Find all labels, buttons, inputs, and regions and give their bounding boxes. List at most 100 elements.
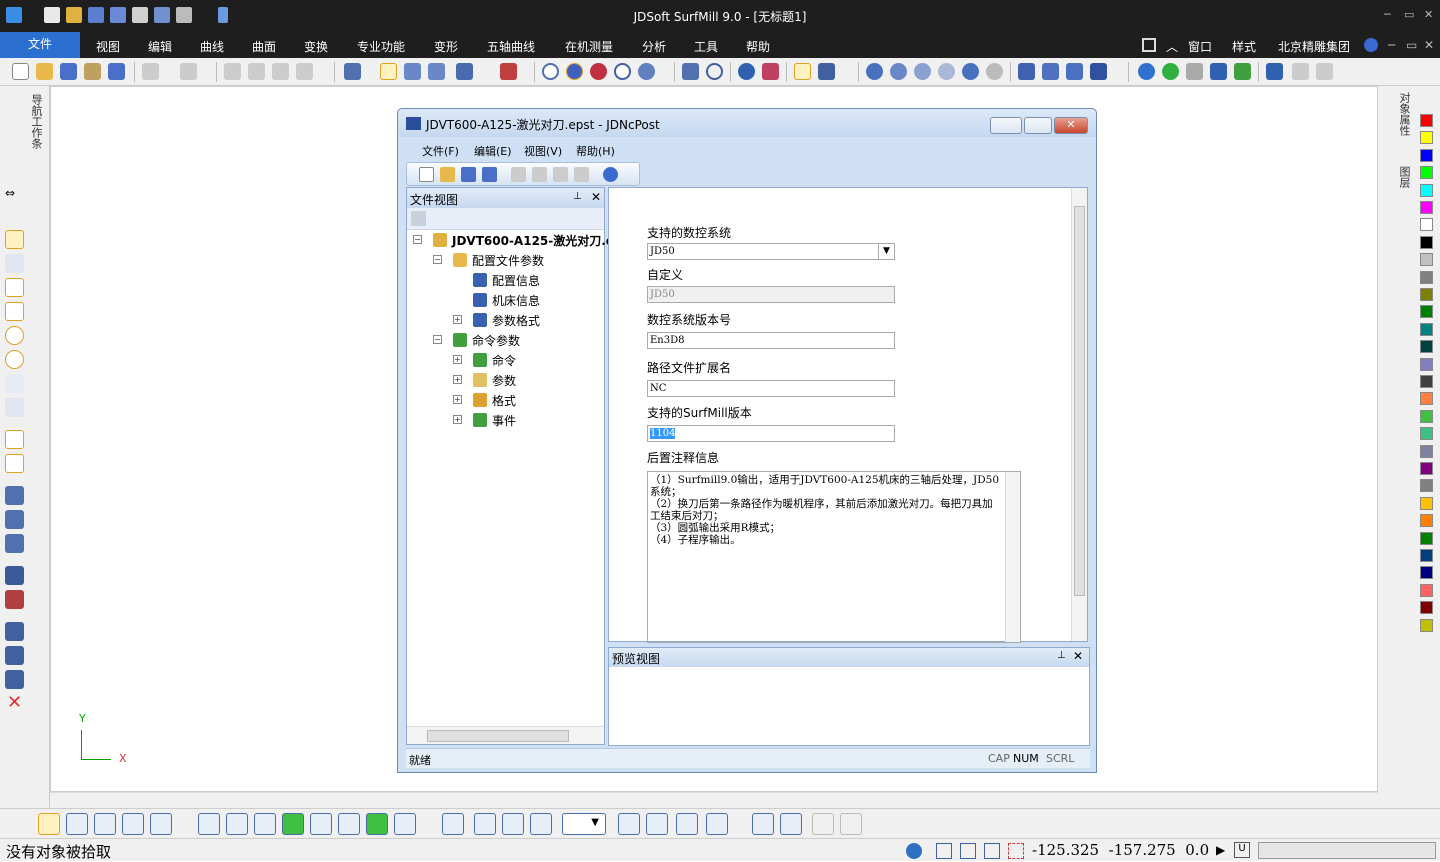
dimension-icon[interactable]: [5, 454, 24, 473]
snap-green-icon[interactable]: [282, 813, 304, 835]
tree-item[interactable]: 配置文件参数: [453, 252, 544, 269]
dialog-close-button[interactable]: ✕: [1054, 117, 1088, 134]
view-top-icon[interactable]: [442, 813, 464, 835]
color-swatch[interactable]: [1420, 357, 1433, 371]
frame-icon[interactable]: [5, 430, 24, 449]
ortho-status-icon[interactable]: [984, 843, 1000, 859]
dialog-copy-icon[interactable]: [532, 167, 547, 182]
dialog-maximize-button[interactable]: [1024, 117, 1052, 134]
view-dropdown[interactable]: ▼: [562, 813, 606, 835]
grid-status-icon[interactable]: [960, 843, 976, 859]
color-swatch[interactable]: [1420, 566, 1433, 580]
chevron-down-icon[interactable]: ▼: [878, 244, 894, 259]
color-swatch[interactable]: [1420, 114, 1433, 127]
dynamic-zoom-icon[interactable]: [1042, 63, 1059, 80]
pick-rect-icon[interactable]: [66, 813, 88, 835]
menu-professional[interactable]: 专业功能: [357, 38, 405, 55]
properties-scroll-thumb[interactable]: [1074, 206, 1085, 596]
plane-red-icon[interactable]: [676, 813, 698, 835]
view-side-icon[interactable]: [502, 813, 524, 835]
dialog-new-icon[interactable]: [419, 167, 434, 182]
rotate-icon[interactable]: [1090, 63, 1107, 80]
expand-icon[interactable]: ⇔: [5, 186, 24, 200]
tree-expander-icon[interactable]: +: [453, 375, 462, 384]
file-view-close-icon[interactable]: ✕: [591, 190, 601, 204]
snap-status-icon[interactable]: [1008, 843, 1024, 859]
link-icon[interactable]: [5, 646, 24, 665]
version-field[interactable]: En3D8: [647, 332, 895, 349]
color-swatch[interactable]: [1420, 583, 1433, 597]
disabled-tool-icon[interactable]: [840, 813, 862, 835]
arc-tool-icon[interactable]: [5, 350, 24, 369]
menu-window[interactable]: 窗口: [1188, 38, 1212, 55]
sphere-outline-icon[interactable]: [542, 63, 559, 80]
fullscreen-icon[interactable]: [1142, 38, 1156, 52]
pick-curve-icon[interactable]: [122, 813, 144, 835]
undo-bottom-icon[interactable]: [812, 813, 834, 835]
layer-list-icon[interactable]: [818, 63, 835, 80]
hscroll-thumb[interactable]: [427, 730, 569, 742]
circle-tool-icon[interactable]: [5, 326, 24, 345]
dialog-open-icon[interactable]: [440, 167, 455, 182]
sphere-color-icon[interactable]: [590, 63, 607, 80]
navigation-bar-label[interactable]: 导航工作条: [28, 94, 44, 149]
restore-icon[interactable]: ▭: [1404, 8, 1414, 21]
zoom-fit-icon[interactable]: [986, 63, 1003, 80]
tree-expander-icon[interactable]: +: [453, 355, 462, 364]
print-file-icon[interactable]: [84, 63, 101, 80]
save-all-files-icon[interactable]: [108, 63, 125, 80]
material-icon[interactable]: [762, 63, 779, 80]
color-swatch[interactable]: [1420, 618, 1433, 632]
filter-icon[interactable]: [1234, 63, 1251, 80]
canvas-hscroll[interactable]: [50, 792, 1378, 808]
color-swatch[interactable]: [1420, 201, 1433, 214]
unit-button[interactable]: U: [1234, 842, 1250, 858]
tree-expander-icon[interactable]: +: [453, 415, 462, 424]
play-icon[interactable]: ▶: [1216, 843, 1230, 859]
color-swatch[interactable]: [1420, 340, 1433, 354]
file-view-tool-icon[interactable]: [411, 211, 426, 226]
color-swatch[interactable]: [1420, 531, 1433, 545]
tree-item[interactable]: 参数: [473, 372, 516, 389]
tree-expander-icon[interactable]: −: [433, 335, 442, 344]
collapse-icon[interactable]: ︿: [1166, 38, 1178, 55]
zoom-prev-icon[interactable]: [938, 63, 955, 80]
minimize-icon[interactable]: ─: [1384, 8, 1391, 21]
preview-close-icon[interactable]: ✕: [1073, 649, 1083, 663]
new-file-icon[interactable]: [12, 63, 29, 80]
doc-restore-icon[interactable]: ▭: [1406, 38, 1417, 52]
menu-curve[interactable]: 曲线: [200, 38, 224, 55]
menu-five-axis-curve[interactable]: 五轴曲线: [487, 38, 535, 55]
back-arrow-icon[interactable]: [1292, 63, 1309, 80]
snap-center-icon[interactable]: [338, 813, 360, 835]
doc-close-icon[interactable]: ✕: [1424, 38, 1434, 52]
color-swatch[interactable]: [1420, 375, 1433, 388]
color-swatch[interactable]: [1420, 270, 1433, 284]
sphere-line-icon[interactable]: [614, 63, 631, 80]
circle-icon[interactable]: [706, 63, 723, 80]
tree-item[interactable]: 命令: [473, 352, 516, 369]
dialog-menu-help[interactable]: 帮助(H): [576, 143, 615, 159]
coordinate-icon[interactable]: [500, 63, 517, 80]
dialog-save-all-icon[interactable]: [482, 167, 497, 182]
color-swatch[interactable]: [1420, 427, 1433, 441]
surface-2-icon[interactable]: [5, 510, 24, 529]
dialog-minimize-button[interactable]: [990, 117, 1022, 134]
tree-expander-icon[interactable]: +: [453, 395, 462, 404]
paste-icon[interactable]: [296, 63, 313, 80]
sphere-shaded-icon[interactable]: [566, 63, 583, 80]
menu-file[interactable]: 文件: [0, 32, 80, 58]
plane-mode-icon[interactable]: [706, 813, 728, 835]
menu-view[interactable]: 视图: [96, 38, 120, 55]
menu-analysis[interactable]: 分析: [642, 38, 666, 55]
layer-copy-icon[interactable]: [780, 813, 802, 835]
menu-surface[interactable]: 曲面: [252, 38, 276, 55]
color-swatch[interactable]: [1420, 235, 1433, 249]
menu-help[interactable]: 帮助: [746, 38, 770, 55]
tree-item[interactable]: 事件: [473, 412, 516, 429]
light-blue-icon[interactable]: [1138, 63, 1155, 80]
sphere-mode-icon[interactable]: [638, 63, 655, 80]
object-properties-label[interactable]: 对象属性: [1396, 92, 1412, 136]
color-swatch[interactable]: [1420, 253, 1433, 267]
surfmill-version-field[interactable]: 1104: [647, 425, 895, 442]
